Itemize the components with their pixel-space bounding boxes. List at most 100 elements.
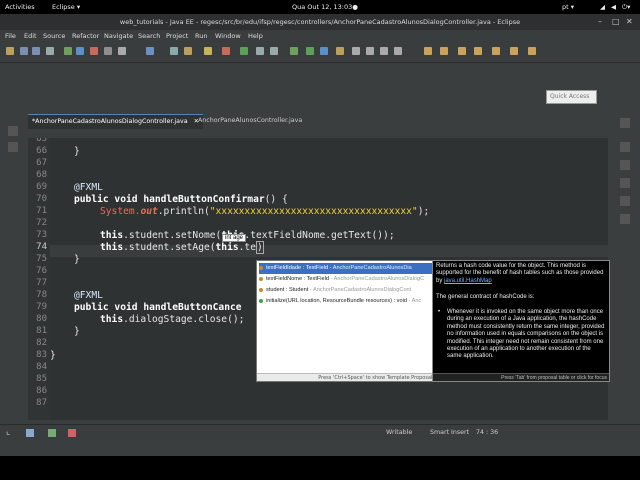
perspective-team-icon[interactable] [492,47,500,55]
hashmap-link[interactable]: java.util.HashMap [444,278,492,284]
restore-icon[interactable] [620,118,630,128]
new-item-icon[interactable] [26,429,34,437]
skip-breakpoints-icon[interactable] [76,47,84,55]
perspective-web-icon[interactable] [510,47,518,55]
maximize-icon[interactable]: □ [612,17,620,26]
open-resource-icon[interactable] [270,47,278,55]
external-tools-icon[interactable] [320,47,328,55]
menu-source[interactable]: Source [43,32,65,40]
line-number: 72 [36,218,47,228]
javadoc-bullet: • Whenever it is invoked on the same obje… [438,309,605,360]
menu-bar: File Edit Source Refactor Navigate Searc… [0,30,640,42]
run-icon[interactable] [290,47,298,55]
print-icon[interactable] [46,47,54,55]
activities-button[interactable]: Activities [5,3,35,11]
fast-view-icon[interactable]: ⌞ [6,427,10,437]
close-window-icon[interactable]: ✕ [626,17,633,26]
tab-anchorpane-cadastro-dialog[interactable]: *AnchorPaneCadastroAlunosDialogControlle… [28,114,203,129]
restore-view-icon[interactable] [8,126,18,136]
perspective-javaee-icon[interactable] [424,47,432,55]
menu-help[interactable]: Help [248,32,263,40]
completion-item[interactable]: student : Student - AnchorPaneCadastroAl… [259,285,435,296]
left-trim [0,108,28,420]
line-number: 65 [36,138,47,144]
perspective-resource-icon[interactable] [528,47,536,55]
javadoc-hover[interactable]: Returns a hash code value for the object… [432,260,610,382]
debug-icon[interactable] [64,47,72,55]
recorder-icon[interactable] [68,429,76,437]
run-last-icon[interactable] [306,47,314,55]
code-line: this.dialogStage.close(); [100,314,245,325]
system-top-bar: Activities Eclipse ▾ Qua Out 12, 13:03● … [0,0,640,14]
completion-item[interactable]: textFieldNome : TextField - AnchorPaneCa… [259,274,435,285]
new-icon[interactable] [6,47,14,55]
minimize-icon[interactable]: – [598,17,602,26]
project-explorer-icon[interactable] [8,142,18,152]
step-icon[interactable] [118,47,126,55]
new-wizard-icon[interactable] [204,47,212,55]
line-number: 83 [36,350,47,360]
progress-icon[interactable] [48,429,56,437]
line-number: 75 [36,254,47,264]
new-server-icon[interactable] [170,47,178,55]
code-line: @FXML [74,290,103,301]
keyboard-layout-button[interactable]: pt ▾ [562,3,574,11]
field-icon [259,287,263,292]
clock[interactable]: Qua Out 12, 13:03● [292,3,358,11]
code-line: } [74,326,80,337]
code-line: public void handleButtonCance [74,302,242,313]
menu-navigate[interactable]: Navigate [104,32,133,40]
content-assist-popup[interactable]: textFieldIdade : TextField - AnchorPaneC… [256,260,438,382]
bullet-icon: • [438,309,441,315]
power-icon[interactable]: ⏻▾ [622,3,630,12]
console-view-icon[interactable] [620,214,630,224]
markers-view-icon[interactable] [620,178,630,188]
perspective-debug-icon[interactable] [458,47,466,55]
code-line: public void handleButtonConfirmar() { [74,194,288,205]
outline-view-icon[interactable] [620,142,630,152]
line-number: 70 [36,194,47,204]
menu-file[interactable]: File [5,32,16,40]
completion-footer: Press 'Ctrl+Space' to show Template Prop… [257,373,437,381]
menu-search[interactable]: Search [138,32,160,40]
cursor-position: 74 : 36 [476,429,499,436]
pin-icon[interactable] [352,47,360,55]
line-number: 81 [36,326,47,336]
completion-item[interactable]: textFieldIdade : TextField - AnchorPaneC… [259,263,435,274]
back-icon[interactable] [380,47,388,55]
save-all-icon[interactable] [32,47,40,55]
perspective-git-icon[interactable] [474,47,482,55]
volume-icon[interactable]: ◀ [611,3,616,11]
line-number: 86 [36,386,47,396]
coverage-icon[interactable] [240,47,248,55]
menu-project[interactable]: Project [166,32,188,40]
line-number: 76 [36,266,47,276]
menu-refactor[interactable]: Refactor [72,32,99,40]
menu-run[interactable]: Run [195,32,207,40]
completion-item[interactable]: initialize(URL location, ResourceBundle … [259,296,435,307]
writable-status: Writable [386,429,413,436]
network-icon[interactable]: ◢ [600,3,605,11]
app-menu-button[interactable]: Eclipse ▾ [52,3,80,11]
search-icon[interactable] [256,47,264,55]
new-class-icon[interactable] [222,47,230,55]
forward-icon[interactable] [394,47,402,55]
quick-access-input[interactable]: Quick Access [546,90,597,104]
annotation-icon[interactable] [336,47,344,55]
task-list-icon[interactable] [620,160,630,170]
main-toolbar [0,42,640,63]
menu-window[interactable]: Window [215,32,241,40]
server-icon[interactable] [90,47,98,55]
toggle-mark-icon[interactable] [366,47,374,55]
perspective-java-icon[interactable] [440,47,448,55]
terminate-icon[interactable] [104,47,112,55]
tab-anchorpane-alunos[interactable]: AnchorPaneAlunosController.java [194,114,306,128]
open-task-icon[interactable] [184,47,192,55]
line-number: 85 [36,374,47,384]
field-icon [259,265,263,270]
insert-mode-status: Smart Insert [430,429,470,436]
save-icon[interactable] [20,47,28,55]
menu-edit[interactable]: Edit [24,32,37,40]
servers-view-icon[interactable] [620,196,630,206]
open-type-icon[interactable] [146,47,154,55]
